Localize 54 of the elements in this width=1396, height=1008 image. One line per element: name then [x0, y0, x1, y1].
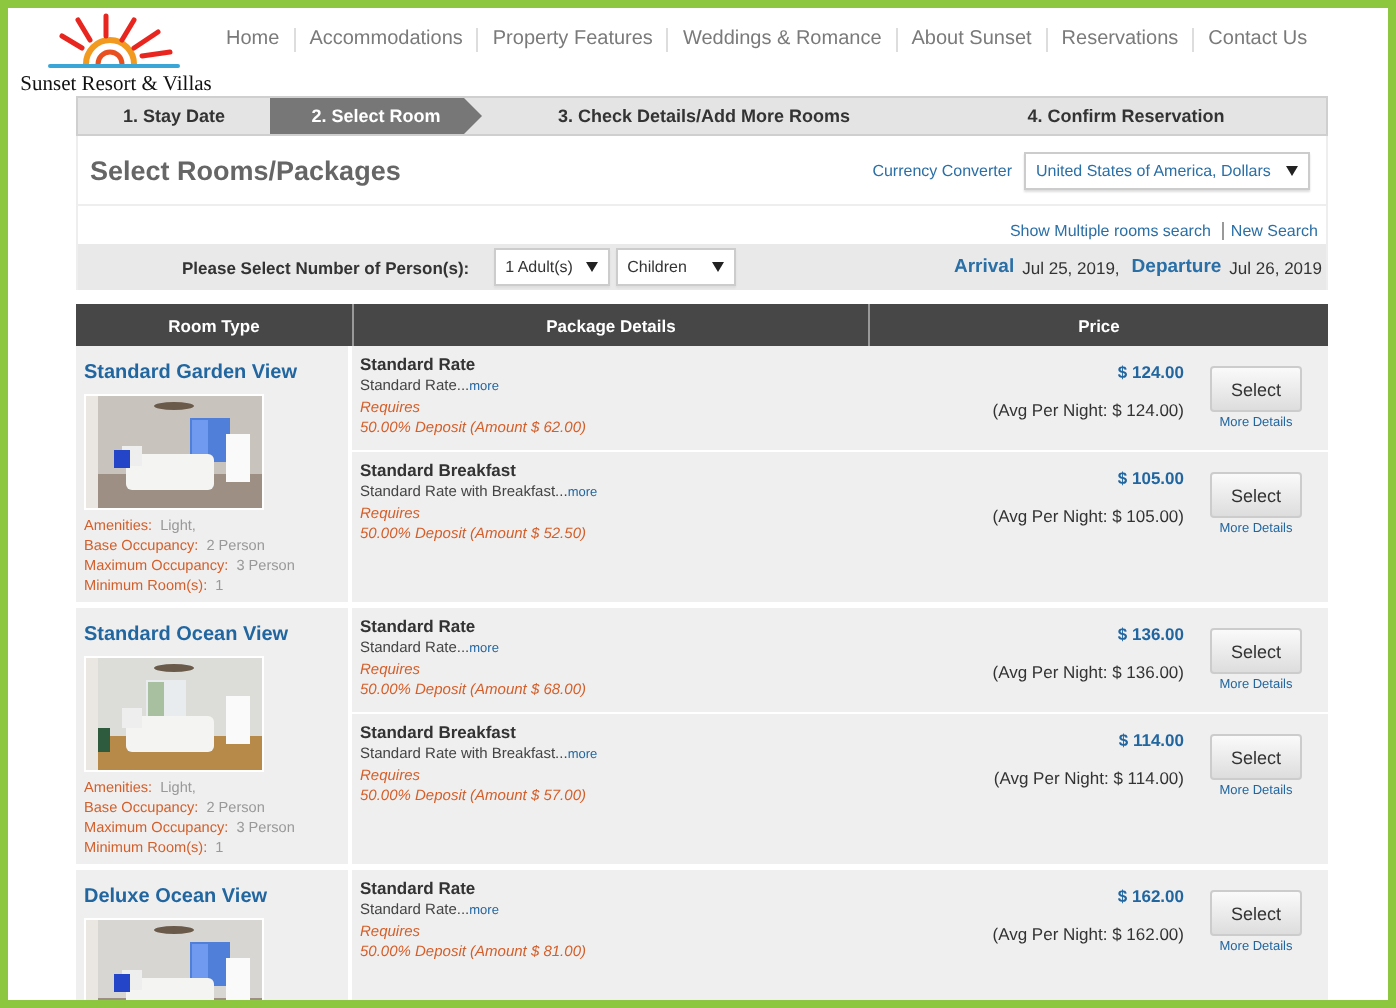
package-name: Standard Rate [360, 878, 478, 900]
select-button[interactable]: Select [1210, 472, 1302, 518]
adults-dropdown[interactable]: 1 Adult(s) [493, 248, 610, 286]
select-button[interactable]: Select [1210, 734, 1302, 780]
nav-link[interactable]: Property Features [476, 28, 667, 52]
price: $ 105.00 [1117, 468, 1184, 488]
logo-text[interactable]: Sunset Resort & Villas [18, 74, 214, 96]
step-tab[interactable]: 3. Check Details/Add More Rooms [482, 98, 926, 134]
search-link[interactable]: New Search [1222, 222, 1318, 240]
column-header: Price [868, 304, 1328, 346]
select-button[interactable]: Select [1210, 628, 1302, 674]
dropdown-arrow-icon [1286, 165, 1298, 175]
children-dropdown[interactable]: Children [615, 248, 736, 286]
avg-price: (Avg Per Night: $ 105.00) [992, 506, 1184, 526]
currency-dropdown[interactable]: United States of America, Dollars [1024, 151, 1310, 189]
nav-link[interactable]: Reservations [1045, 28, 1193, 52]
search-link[interactable]: Show Multiple rooms search [1009, 222, 1211, 240]
avg-price: (Avg Per Night: $ 162.00) [992, 924, 1184, 944]
arrival-date: Jul 25, 2019, [1022, 257, 1120, 277]
persons-label: Please Select Number of Person(s): [182, 257, 470, 277]
price: $ 136.00 [1117, 624, 1184, 644]
select-button[interactable]: Select [1210, 890, 1302, 936]
departure-date: Jul 26, 2019 [1229, 257, 1322, 277]
package-name: Standard Rate [360, 616, 478, 638]
nav-link[interactable]: Home [212, 28, 294, 52]
avg-price: (Avg Per Night: $ 124.00) [992, 400, 1184, 420]
step-tab[interactable]: 1. Stay Date [78, 98, 270, 134]
nav-link[interactable]: Accommodations [293, 28, 477, 52]
price: $ 124.00 [1117, 362, 1184, 382]
step-tab[interactable]: 2. Select Room [270, 98, 482, 134]
avg-price: (Avg Per Night: $ 114.00) [993, 768, 1184, 788]
price: $ 162.00 [1117, 886, 1184, 906]
nav-link[interactable]: Weddings & Romance [666, 28, 896, 52]
currency-label: Currency Converter [872, 161, 1012, 179]
nav-link[interactable]: About Sunset [895, 28, 1046, 52]
package-name: Standard Rate [360, 354, 478, 376]
room-name[interactable]: Deluxe Ocean View [84, 886, 268, 908]
select-button[interactable]: Select [1210, 366, 1302, 412]
arrival-label: Arrival [954, 256, 1015, 278]
column-header: Package Details [352, 304, 868, 346]
room-name[interactable]: Standard Ocean View [84, 624, 289, 646]
departure-label: Departure [1131, 256, 1222, 278]
nav-link[interactable]: Contact Us [1192, 28, 1322, 52]
dropdown-arrow-icon [585, 262, 598, 272]
page-title: Select Rooms/Packages [90, 155, 403, 185]
price: $ 114.00 [1118, 730, 1184, 750]
package-name: Standard Breakfast [360, 722, 518, 744]
avg-price: (Avg Per Night: $ 136.00) [992, 662, 1184, 682]
sun-logo-icon [46, 12, 186, 72]
step-tab[interactable]: 4. Confirm Reservation [926, 98, 1326, 134]
dropdown-arrow-icon [711, 262, 724, 272]
column-header: Room Type [166, 313, 262, 340]
room-name[interactable]: Standard Garden View [84, 362, 298, 384]
package-name: Standard Breakfast [360, 460, 518, 482]
